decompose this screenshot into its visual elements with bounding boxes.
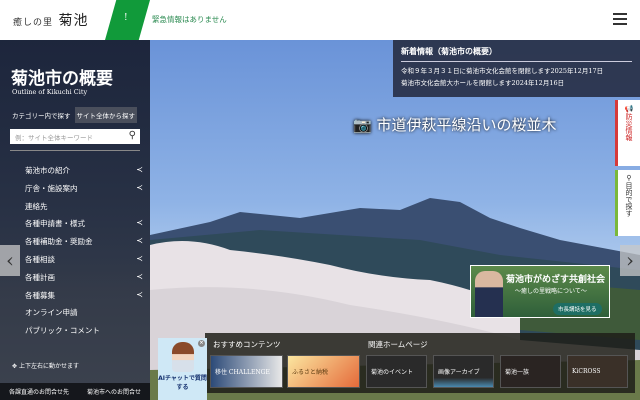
- share-icon[interactable]: ≺: [136, 254, 143, 272]
- sidebar-item[interactable]: パブリック・コメント: [25, 325, 143, 343]
- sidebar-item-label: オンライン申請: [25, 308, 78, 318]
- sidebar-item[interactable]: 各種申請書・様式 ≺: [25, 218, 143, 236]
- move-hint-text: 上下左右に動かせます: [18, 363, 79, 370]
- emergency-info[interactable]: 緊急情報はありません: [152, 14, 227, 25]
- hamburger-menu-icon[interactable]: [613, 13, 627, 25]
- move-arrows-icon: ✥: [12, 363, 19, 370]
- logo-text: 菊池: [58, 13, 89, 29]
- site-header: 癒しの里 菊池 ! 緊急情報はありません: [0, 0, 640, 40]
- banner-subtitle: ～癒しの里戦略について～: [515, 288, 587, 295]
- related-card[interactable]: 菊池のイベント: [366, 355, 427, 388]
- sidebar-item-label: 各種相談: [25, 254, 55, 264]
- sidebar-item[interactable]: 各種計画 ≺: [25, 272, 143, 290]
- purpose-search-tab[interactable]: ⚲ 目的で探す: [615, 170, 640, 236]
- banner-title: 菊池市がめざす共創社会: [506, 275, 606, 285]
- sidebar-item[interactable]: 庁舎・施設案内 ≺: [25, 183, 143, 201]
- sidebar: 菊池市の概要 Outline of Kikuchi City カテゴリー内で探す…: [0, 40, 150, 400]
- share-icon[interactable]: ≺: [136, 218, 143, 236]
- share-icon[interactable]: ≺: [136, 290, 143, 308]
- ai-chat-label: AIチャットで質問する: [158, 375, 207, 391]
- sidebar-item-label: 連絡先: [25, 201, 48, 211]
- sidebar-item-label: 菊池市の紹介: [25, 166, 70, 175]
- sidebar-item[interactable]: 各種募集 ≺: [25, 290, 143, 308]
- sidebar-item[interactable]: 菊池市の紹介 ≺: [25, 165, 143, 183]
- tab-site-search[interactable]: サイト全体から探す: [74, 107, 137, 123]
- mayor-photo: [475, 271, 503, 317]
- recommended-title: おすすめコンテンツ: [213, 340, 281, 349]
- recommended-card[interactable]: ふるさと納税: [287, 355, 360, 388]
- search-icon[interactable]: ⚲: [129, 130, 136, 141]
- news-title: 新着情報（菊池市の概要）: [401, 46, 632, 62]
- prev-slide-arrow-icon[interactable]: ‹: [0, 245, 20, 276]
- direct-contact-link[interactable]: 各課直通のお問合せ先: [9, 387, 69, 396]
- megaphone-icon: 📢: [625, 104, 633, 113]
- next-slide-arrow-icon[interactable]: ›: [620, 245, 640, 276]
- sidebar-footer: 各課直通のお問合せ先 菊池市へのお問合せ: [0, 383, 150, 400]
- sidebar-item-label: 各種申請書・様式: [25, 219, 85, 229]
- banner-button[interactable]: 市長講話を見る: [553, 303, 602, 315]
- sidebar-item-label: 各種募集: [25, 290, 55, 300]
- related-title: 関連ホームページ: [368, 340, 428, 349]
- sidebar-item[interactable]: 各種相談 ≺: [25, 254, 143, 272]
- camera-icon: 📷: [353, 116, 372, 134]
- share-icon[interactable]: ≺: [136, 165, 143, 183]
- page-subtitle: Outline of Kikuchi City: [12, 88, 88, 96]
- related-card[interactable]: 菊池一族: [500, 355, 561, 388]
- logo-tagline: 癒しの里: [13, 18, 54, 28]
- hero-caption: 📷 市道伊萩平線沿いの桜並木: [353, 114, 556, 135]
- sidebar-item-label: パブリック・コメント: [25, 326, 100, 336]
- sidebar-item[interactable]: オンライン申請: [25, 307, 143, 325]
- sidebar-item-label: 各種補助金・奨励金: [25, 237, 93, 247]
- page-title: 菊池市の概要: [11, 69, 113, 89]
- ai-chat-button[interactable]: × AIチャットで質問する: [158, 338, 207, 400]
- disaster-info-tab[interactable]: 📢 防災情報: [615, 100, 640, 166]
- alert-icon: !: [124, 13, 128, 23]
- caption-text: 市道伊萩平線沿いの桜並木: [376, 116, 557, 134]
- move-hint: ✥ 上下左右に動かせます: [12, 361, 79, 370]
- share-icon[interactable]: ≺: [136, 183, 143, 201]
- recommended-card[interactable]: 移住 CHALLENGE: [210, 355, 283, 388]
- purpose-label: 目的で探す: [625, 182, 633, 217]
- sidebar-item-label: 庁舎・施設案内: [25, 183, 78, 193]
- sidebar-item-label: 各種計画: [25, 272, 55, 282]
- mascot-character: [171, 342, 194, 372]
- related-card[interactable]: 画像アーカイブ: [433, 355, 494, 388]
- news-item[interactable]: 菊池市文化会館大ホールを閉館します2024年12月16日: [401, 77, 632, 89]
- city-contact-link[interactable]: 菊池市へのお問合せ: [87, 387, 141, 396]
- share-icon[interactable]: ≺: [136, 236, 143, 254]
- sidebar-item[interactable]: 各種補助金・奨励金 ≺: [25, 236, 143, 254]
- disaster-label: 防災情報: [625, 112, 633, 141]
- news-panel: 新着情報（菊池市の概要） 令和９年３月３１日に菊池市文化会館を閉館します2025…: [393, 40, 640, 97]
- tab-category-search[interactable]: カテゴリー内で探す: [12, 110, 71, 120]
- site-logo[interactable]: 癒しの里 菊池: [13, 10, 88, 30]
- sidebar-nav: 菊池市の紹介 ≺ 庁舎・施設案内 ≺ 連絡先 各種申請書・様式 ≺ 各種補助金・奨励金…: [25, 165, 143, 343]
- close-icon[interactable]: ×: [198, 340, 205, 347]
- mayor-banner[interactable]: 菊池市がめざす共創社会 ～癒しの里戦略について～ 市長講話を見る: [470, 265, 610, 318]
- share-icon[interactable]: ≺: [136, 272, 143, 290]
- sidebar-item[interactable]: 連絡先: [25, 201, 143, 219]
- search-icon: ⚲: [625, 174, 633, 182]
- search-placeholder: 例：サイト全体キーワード: [15, 134, 93, 142]
- bottom-panel: おすすめコンテンツ 移住 CHALLENGE ふるさと納税 関連ホームページ 菊…: [205, 333, 635, 393]
- search-input[interactable]: 例：サイト全体キーワード ⚲: [10, 129, 140, 144]
- divider: [10, 150, 140, 151]
- related-card[interactable]: KiCROSS: [567, 355, 628, 388]
- news-item[interactable]: 令和９年３月３１日に菊池市文化会館を閉館します2025年12月17日: [401, 65, 632, 77]
